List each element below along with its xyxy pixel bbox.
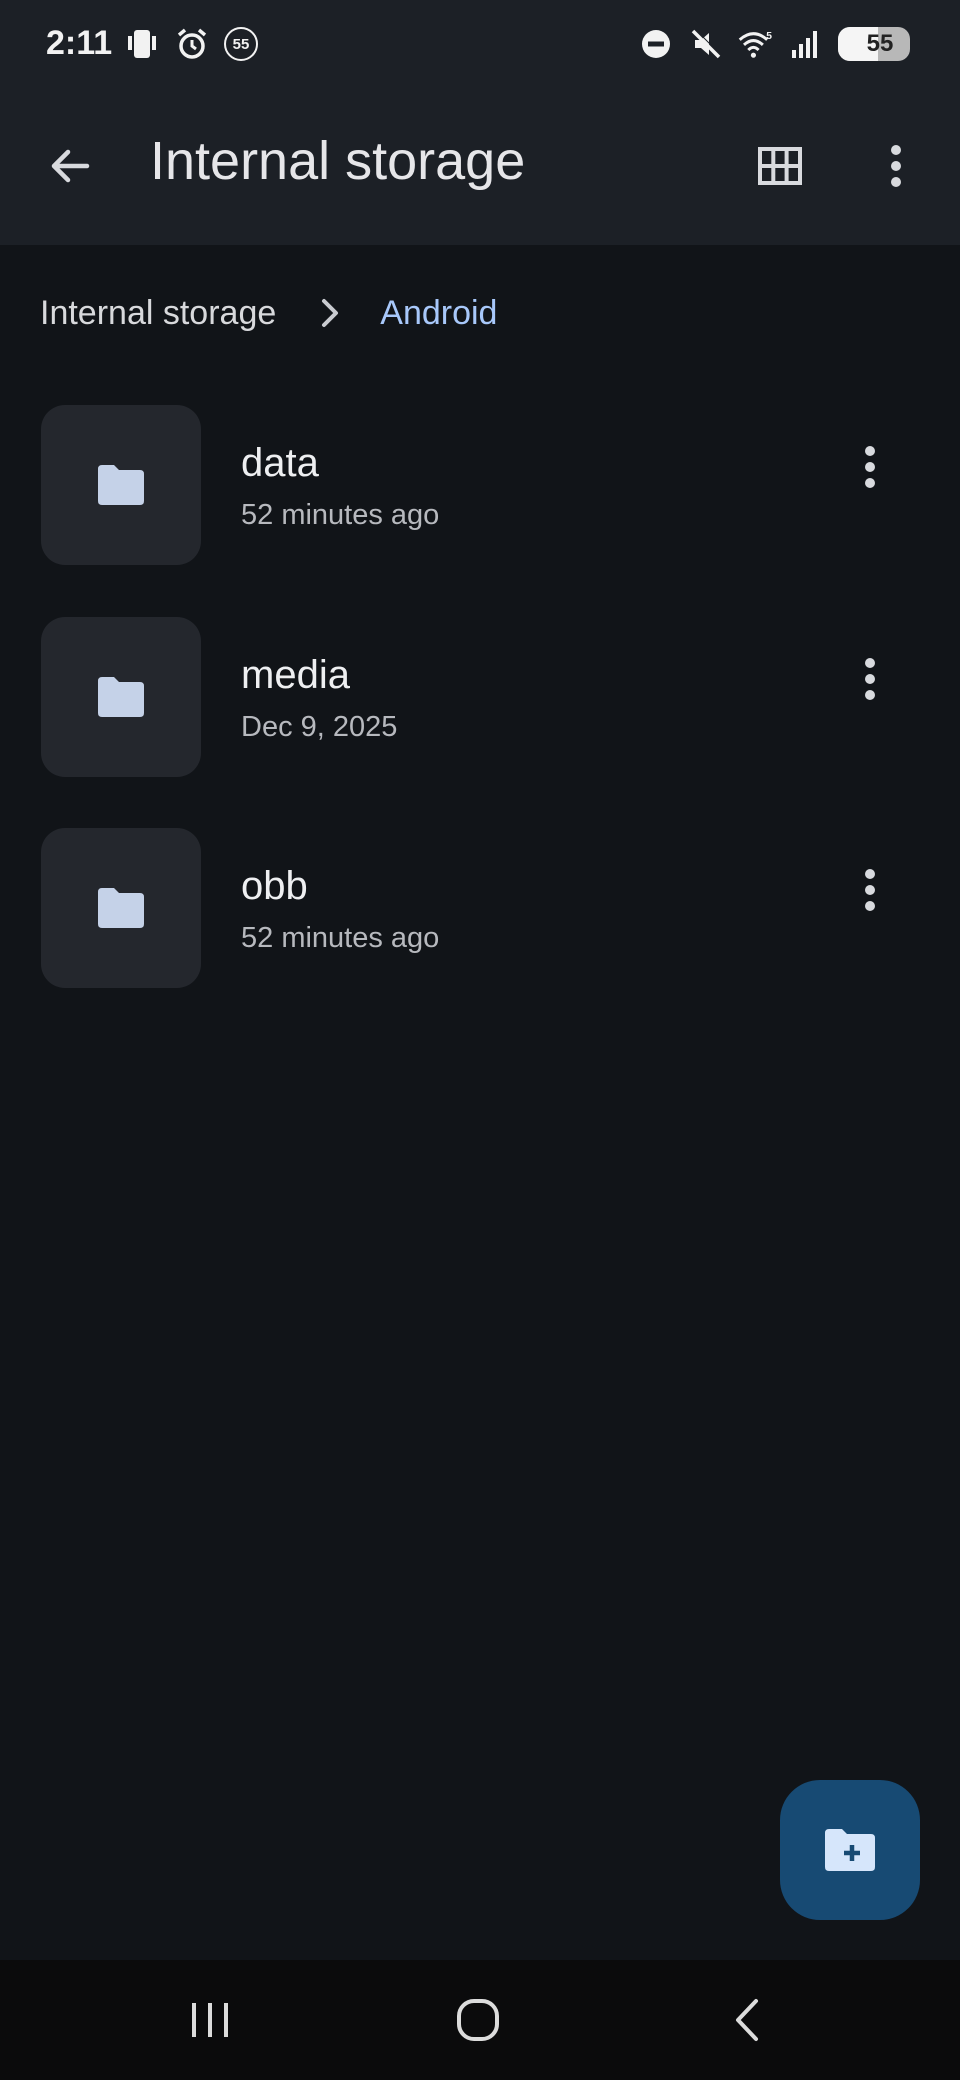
- chevron-right-icon: [320, 297, 340, 329]
- breadcrumb: Internal storage Android: [40, 288, 497, 338]
- breadcrumb-current[interactable]: Android: [380, 294, 497, 333]
- grid-view-icon: [758, 147, 802, 185]
- file-name: obb: [241, 864, 308, 908]
- breadcrumb-root[interactable]: Internal storage: [40, 294, 276, 333]
- status-right-icons: 5 55: [638, 26, 910, 62]
- signal-icon: [788, 26, 824, 62]
- more-vert-icon: [891, 145, 901, 187]
- more-vert-icon: [865, 446, 875, 488]
- alarm-icon: [174, 26, 210, 62]
- folder-thumbnail: [41, 828, 201, 988]
- grid-view-button[interactable]: [748, 134, 812, 198]
- list-item[interactable]: media Dec 9, 2025: [0, 617, 960, 777]
- more-vert-icon: [865, 869, 875, 911]
- folder-icon: [98, 888, 144, 928]
- folder-icon: [98, 465, 144, 505]
- file-name: data: [241, 441, 319, 485]
- recent-apps-button[interactable]: [165, 1980, 255, 2060]
- do-not-disturb-icon: [638, 26, 674, 62]
- file-date: 52 minutes ago: [241, 499, 440, 531]
- folder-thumbnail: [41, 405, 201, 565]
- page-title: Internal storage: [150, 131, 526, 191]
- file-date: 52 minutes ago: [241, 922, 440, 954]
- back-nav-button[interactable]: [702, 1980, 792, 2060]
- back-button[interactable]: [38, 134, 102, 198]
- file-date: Dec 9, 2025: [241, 711, 398, 743]
- notification-count-badge: 55: [224, 27, 258, 61]
- wifi-standard-label: 5: [766, 31, 772, 42]
- status-time: 2:11: [46, 24, 113, 62]
- home-icon: [457, 1999, 499, 2041]
- mute-icon: [688, 26, 724, 62]
- create-folder-icon: [825, 1829, 875, 1871]
- battery-indicator: 55: [838, 27, 910, 61]
- item-more-button[interactable]: [840, 437, 900, 497]
- phone-sync-icon: [124, 26, 160, 62]
- more-options-button[interactable]: [864, 134, 928, 198]
- home-button[interactable]: [433, 1980, 523, 2060]
- file-name: media: [241, 653, 350, 697]
- item-more-button[interactable]: [840, 649, 900, 709]
- app-bar: Internal storage: [0, 90, 960, 245]
- folder-icon: [98, 677, 144, 717]
- chevron-left-icon: [736, 1999, 758, 2041]
- system-nav-bar: [0, 1960, 960, 2080]
- status-left-icons: 55: [124, 26, 258, 62]
- more-vert-icon: [865, 658, 875, 700]
- status-bar: 2:11 55 5 55: [0, 0, 960, 90]
- list-item[interactable]: data 52 minutes ago: [0, 405, 960, 565]
- recent-apps-icon: [192, 2003, 228, 2037]
- battery-level: 55: [866, 30, 894, 57]
- wifi-icon: 5: [738, 26, 774, 62]
- item-more-button[interactable]: [840, 860, 900, 920]
- folder-thumbnail: [41, 617, 201, 777]
- create-folder-button[interactable]: [780, 1780, 920, 1920]
- arrow-left-icon: [51, 149, 90, 183]
- list-item[interactable]: obb 52 minutes ago: [0, 828, 960, 988]
